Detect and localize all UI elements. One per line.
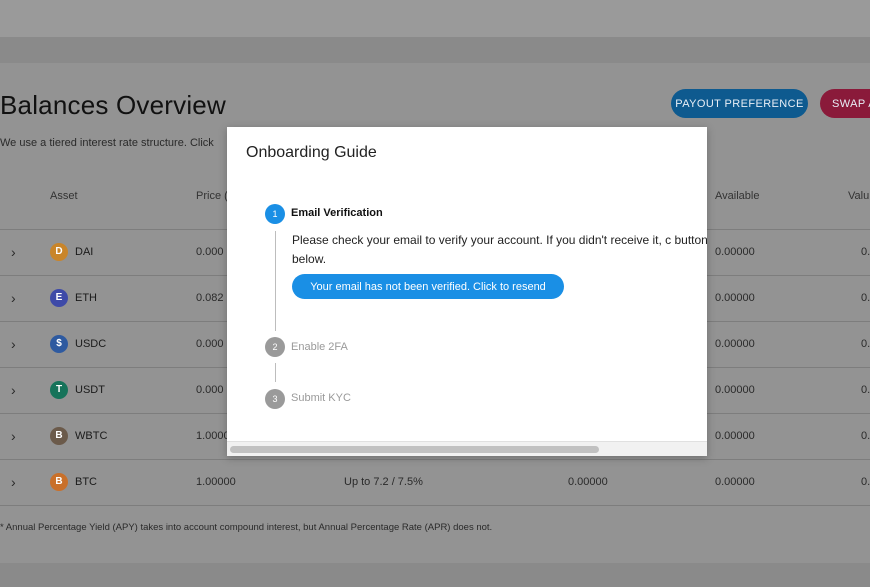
footnote: * Annual Percentage Yield (APY) takes in…	[0, 522, 493, 533]
chevron-right-icon[interactable]: ›	[11, 428, 23, 444]
asset-value: 0.	[861, 246, 870, 258]
modal-title: Onboarding Guide	[246, 144, 377, 161]
asset-value: 0.	[861, 384, 870, 396]
asset-available: 0.00000	[715, 430, 755, 442]
asset-value: 0.	[861, 338, 870, 350]
step-2-indicator: 2	[265, 337, 285, 357]
asset-price: 1.0000	[196, 430, 230, 442]
step-connector-2	[275, 363, 276, 382]
asset-value: 0.	[861, 430, 870, 442]
asset-price: 0.000	[196, 384, 224, 396]
dai-coin-icon: D	[50, 243, 68, 261]
usdt-coin-icon: T	[50, 381, 68, 399]
chevron-right-icon[interactable]: ›	[11, 382, 23, 398]
header-price: Price (	[196, 190, 228, 202]
asset-symbol: WBTC	[75, 430, 108, 442]
asset-available: 0.00000	[715, 476, 755, 488]
eth-coin-icon: E	[50, 289, 68, 307]
usdc-coin-icon: $	[50, 335, 68, 353]
wbtc-coin-icon: B	[50, 427, 68, 445]
asset-value: 0.	[861, 476, 870, 488]
asset-symbol: DAI	[75, 246, 94, 258]
asset-symbol: USDC	[75, 338, 107, 350]
table-row[interactable]: › B BTC 1.00000 Up to 7.2 / 7.5% 0.00000 0.000…	[0, 460, 870, 505]
asset-balance: 0.00000	[568, 476, 608, 488]
asset-price: 0.082	[196, 292, 224, 304]
scrollbar-thumb[interactable]	[230, 446, 599, 453]
step-3-indicator: 3	[265, 389, 285, 409]
asset-price: 0.000	[196, 246, 224, 258]
asset-price: 1.00000	[196, 476, 236, 488]
asset-price: 0.000	[196, 338, 224, 350]
modal-horizontal-scrollbar[interactable]	[227, 441, 707, 456]
step-connector-1	[275, 231, 276, 331]
asset-value: 0.	[861, 292, 870, 304]
payout-preference-button[interactable]: PAYOUT PREFERENCE	[671, 89, 808, 118]
asset-available: 0.00000	[715, 338, 755, 350]
step-3-label[interactable]: Submit KYC	[291, 392, 351, 404]
asset-symbol: USDT	[75, 384, 105, 396]
chevron-right-icon[interactable]: ›	[11, 244, 23, 260]
row-divider	[0, 505, 870, 506]
resend-verification-button[interactable]: Your email has not been verified. Click …	[292, 274, 564, 299]
asset-available: 0.00000	[715, 246, 755, 258]
page-subtitle: We use a tiered interest rate structure.…	[0, 137, 214, 149]
onboarding-modal: Onboarding Guide 1 Email Verification Pl…	[227, 127, 707, 456]
step-1-indicator: 1	[265, 204, 285, 224]
chevron-right-icon[interactable]: ›	[11, 290, 23, 306]
asset-symbol: BTC	[75, 476, 97, 488]
swap-button[interactable]: SWAP A	[820, 89, 870, 118]
page-title: Balances Overview	[0, 90, 226, 120]
header-asset: Asset	[50, 190, 78, 202]
chevron-right-icon[interactable]: ›	[11, 474, 23, 490]
asset-available: 0.00000	[715, 384, 755, 396]
header-available: Available	[715, 190, 760, 202]
step-1-description: Please check your email to verify your a…	[292, 233, 707, 266]
step-1-label[interactable]: Email Verification	[291, 207, 383, 219]
step-2-label[interactable]: Enable 2FA	[291, 341, 348, 353]
asset-symbol: ETH	[75, 292, 97, 304]
chevron-right-icon[interactable]: ›	[11, 336, 23, 352]
asset-available: 0.00000	[715, 292, 755, 304]
asset-rate: Up to 7.2 / 7.5%	[344, 476, 423, 488]
header-value: Valu	[848, 190, 870, 202]
btc-coin-icon: B	[50, 473, 68, 491]
top-bar	[0, 0, 870, 37]
